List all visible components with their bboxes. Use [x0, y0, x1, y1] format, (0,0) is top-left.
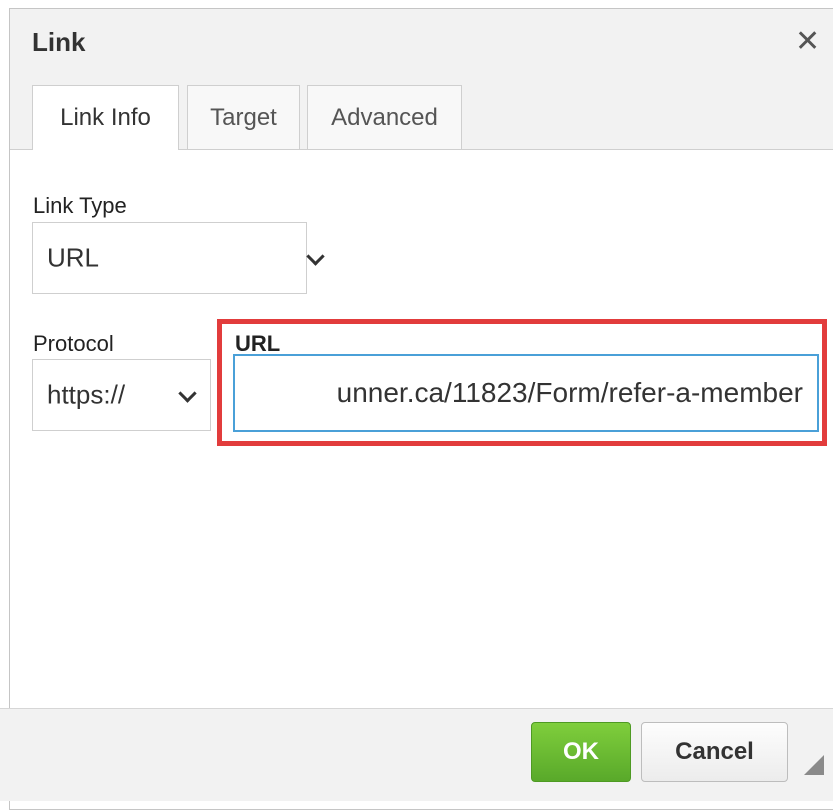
- tab-bar: Link Info Target Advanced: [10, 71, 833, 150]
- tab-advanced[interactable]: Advanced: [307, 85, 462, 149]
- close-icon[interactable]: ✕: [795, 27, 825, 57]
- dialog-title: Link: [32, 27, 86, 57]
- protocol-label: Protocol: [33, 331, 114, 356]
- protocol-value: https://: [47, 379, 126, 410]
- link-type-value: URL: [47, 242, 100, 273]
- dialog-title-bar[interactable]: Link ✕: [10, 9, 833, 72]
- resize-handle-icon[interactable]: [804, 755, 824, 775]
- link-type-select[interactable]: URL: [32, 222, 325, 294]
- url-input[interactable]: unner.ca/11823/Form/refer-a-member: [233, 354, 819, 432]
- link-type-label: Link Type: [33, 193, 127, 218]
- cancel-button[interactable]: Cancel: [641, 722, 788, 782]
- protocol-select[interactable]: https://: [32, 359, 211, 431]
- url-input-value: unner.ca/11823/Form/refer-a-member: [336, 377, 803, 408]
- dialog-footer: OK Cancel: [0, 708, 833, 801]
- chevron-down-icon: [178, 384, 197, 403]
- ok-button[interactable]: OK: [531, 722, 631, 782]
- tab-target[interactable]: Target: [187, 85, 300, 149]
- tab-link-info[interactable]: Link Info: [32, 85, 179, 150]
